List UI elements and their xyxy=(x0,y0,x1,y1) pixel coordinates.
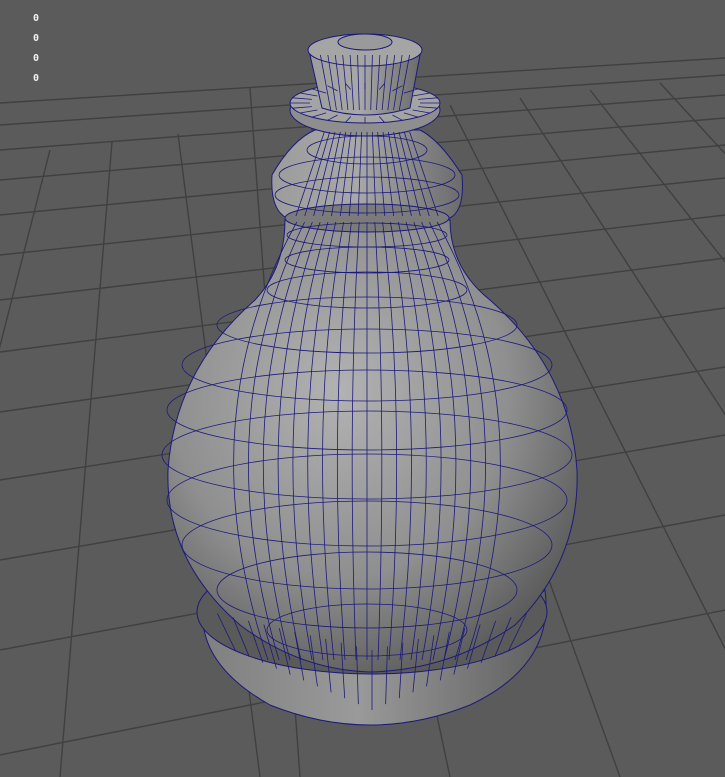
hud-line: 0 xyxy=(33,73,40,84)
hud-line: 0 xyxy=(33,53,40,64)
hud-readout: 0 0 0 0 xyxy=(33,9,39,89)
viewport-3d[interactable]: 0 0 0 0 xyxy=(0,0,725,777)
hud-line: 0 xyxy=(33,33,40,44)
hud-line: 0 xyxy=(33,13,40,24)
bottle-mesh[interactable] xyxy=(0,0,725,777)
